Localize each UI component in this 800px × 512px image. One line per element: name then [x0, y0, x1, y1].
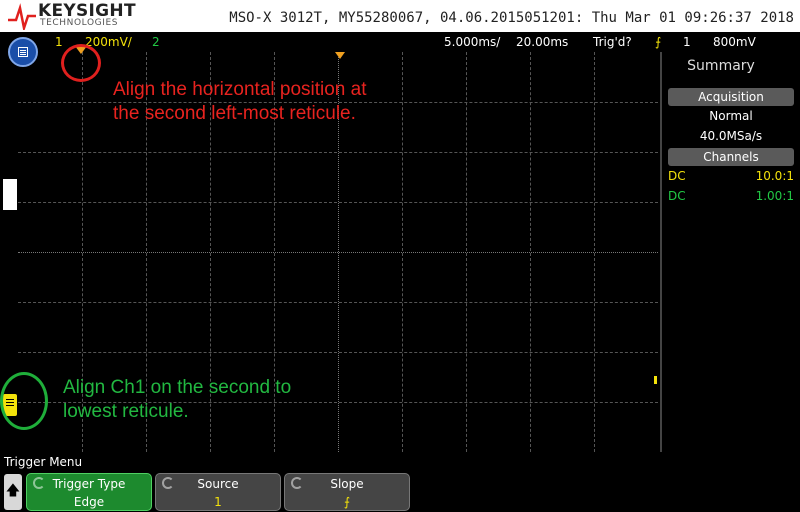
annotation-horizontal: Align the horizontal position at the sec…	[113, 79, 367, 124]
menu-title: Trigger Menu	[4, 455, 83, 469]
acquisition-header[interactable]: Acquisition	[668, 88, 794, 106]
trigger-source[interactable]: 1	[683, 35, 691, 49]
brand-subtitle: TECHNOLOGIES	[40, 18, 119, 28]
ch1-number[interactable]: 1	[55, 35, 63, 49]
ch2-probe: 1.00:1	[755, 189, 794, 203]
trigger-level-marker[interactable]	[654, 376, 657, 384]
ch1-probe: 10.0:1	[755, 169, 794, 183]
sample-rate: 40.0MSa/s	[699, 129, 763, 143]
ch1-coupling: DC	[668, 169, 686, 183]
trigger-position-marker[interactable]	[335, 52, 345, 59]
up-arrow-icon[interactable]: 🡅	[4, 474, 22, 510]
green-highlight-circle	[0, 372, 48, 430]
status-bar: 1 200mV/ 2 5.000ms/ 20.00ms Trig'd? ⨍ 1 …	[0, 32, 800, 52]
red-highlight-circle	[61, 44, 101, 82]
annotation-ch1: Align Ch1 on the second to lowest reticu…	[63, 377, 292, 422]
trigger-type-softkey[interactable]: Trigger Type Edge	[26, 473, 152, 511]
summary-panel: Summary Acquisition Normal 40.0MSa/s Cha…	[660, 52, 800, 452]
time-delay[interactable]: 20.00ms	[516, 35, 568, 49]
ch2-offset-marker[interactable]	[3, 179, 17, 210]
acquisition-mode: Normal	[709, 109, 753, 123]
channels-header[interactable]: Channels	[668, 148, 794, 166]
trigger-level[interactable]: 800mV	[713, 35, 756, 49]
source-softkey[interactable]: Source 1	[155, 473, 281, 511]
panel-title[interactable]: Summary	[664, 52, 778, 80]
ch2-coupling: DC	[668, 189, 686, 203]
instrument-info: MSO-X 3012T, MY55280067, 04.06.201505120…	[229, 10, 794, 26]
trigger-state: Trig'd?	[593, 35, 632, 49]
ch2-number[interactable]: 2	[152, 35, 160, 49]
slope-softkey[interactable]: Slope ⨍	[284, 473, 410, 511]
time-scale[interactable]: 5.000ms/	[444, 35, 500, 49]
title-bar: KEYSIGHT TECHNOLOGIES MSO-X 3012T, MY552…	[0, 0, 800, 32]
rising-edge-icon: ⨍	[655, 35, 662, 49]
